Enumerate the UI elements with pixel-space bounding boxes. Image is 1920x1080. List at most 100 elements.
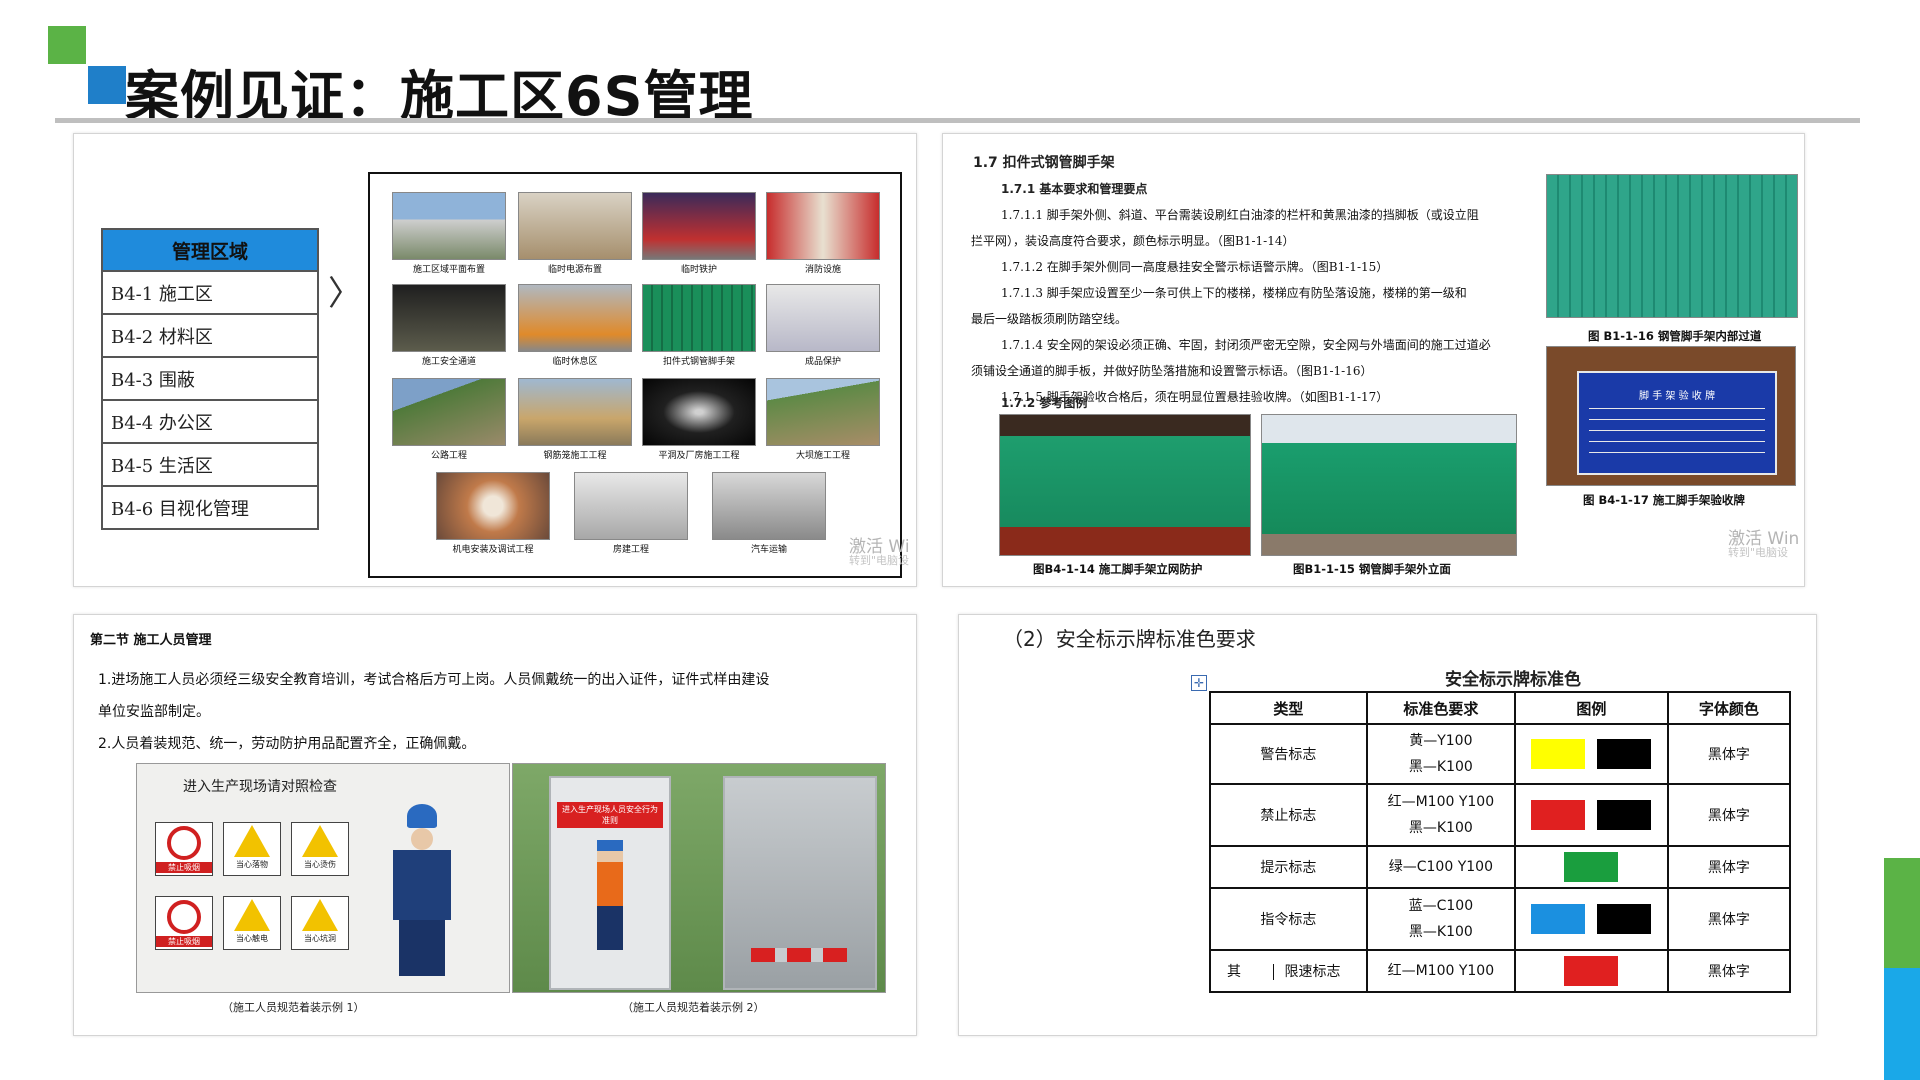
table-move-handle-icon[interactable]: ✛ bbox=[1191, 675, 1207, 691]
panel-personnel: 第二节 施工人员管理 1.进场施工人员必须经三级安全教育培训，考试合格后方可上岗… bbox=[73, 614, 917, 1036]
color-legend bbox=[1513, 887, 1669, 951]
photo-caption: 房建工程 bbox=[612, 545, 649, 555]
font-color: 黑体字 bbox=[1666, 845, 1792, 889]
photo-tile: 临时铁护 bbox=[642, 192, 756, 275]
product-protection-photo bbox=[766, 284, 880, 352]
photo-tile: 临时电源布置 bbox=[518, 192, 632, 275]
sign-type: 警告标志 bbox=[1209, 723, 1368, 785]
watermark-subtext: 转到"电脑设 bbox=[849, 554, 910, 567]
tunnel-photo bbox=[642, 378, 756, 446]
pit-sign: 当心坑洞 bbox=[291, 896, 349, 950]
color-swatch bbox=[1597, 800, 1652, 830]
font-color: 黑体字 bbox=[1666, 783, 1792, 847]
photo-caption: 汽车运输 bbox=[750, 545, 787, 555]
color-req-line: 黑—K100 bbox=[1408, 820, 1473, 836]
electric-shock-sign: 当心触电 bbox=[223, 896, 281, 950]
guard-rail-photo bbox=[642, 192, 756, 260]
scaffold-net-photo bbox=[999, 414, 1251, 556]
figure-caption: （施工人员规范着装示例 2） bbox=[622, 1001, 765, 1014]
photo-caption: 施工安全通道 bbox=[421, 357, 476, 367]
building-work-photo bbox=[574, 472, 688, 540]
doc-paragraph: 须铺设全通道的脚手板，并做好防坠落措施和设置警示标语。（图B1-1-16） bbox=[971, 364, 1373, 378]
color-requirement: 蓝—C100 黑—K100 bbox=[1365, 887, 1516, 951]
doc-paragraph: 1.7.1.3 脚手架应设置至少一条可供上下的楼梯，楼梯应有防坠落设施，楼梯的第… bbox=[1001, 286, 1467, 300]
scaffold-facade-photo bbox=[1261, 414, 1517, 556]
color-swatch bbox=[1531, 739, 1586, 769]
photo-tile: 施工区域平面布置 bbox=[392, 192, 506, 275]
sign-label: 当心落物 bbox=[236, 860, 268, 869]
transport-photo bbox=[712, 472, 826, 540]
font-color: 黑体字 bbox=[1666, 723, 1792, 785]
photo-tile: 汽车运输 bbox=[712, 472, 826, 555]
area-row: B4-3 围蔽 bbox=[101, 356, 319, 401]
color-req-line: 红—M100 Y100 bbox=[1387, 794, 1495, 810]
color-req-line: 红—M100 Y100 bbox=[1387, 963, 1495, 979]
safety-table-title: 安全标示牌标准色 bbox=[1445, 670, 1581, 690]
no-fire-sign: 禁止吸烟 bbox=[155, 822, 213, 876]
acceptance-sign-board: 脚 手 架 验 收 牌 bbox=[1577, 371, 1777, 475]
color-requirement: 红—M100 Y100 黑—K100 bbox=[1365, 783, 1516, 847]
area-row: B4-6 目视化管理 bbox=[101, 485, 319, 530]
photo-caption: 临时铁护 bbox=[680, 265, 717, 275]
color-req-line: 蓝—C100 bbox=[1408, 898, 1474, 914]
column-header: 类型 bbox=[1209, 691, 1368, 725]
behavior-board-title: 进入生产现场人员安全行为准则 bbox=[557, 802, 663, 828]
area-row: B4-1 施工区 bbox=[101, 270, 319, 315]
sign-type: 指令标志 bbox=[1209, 887, 1368, 951]
site-layout-photo bbox=[392, 192, 506, 260]
photo-tile: 公路工程 bbox=[392, 378, 506, 461]
color-swatch bbox=[1597, 739, 1652, 769]
photo-tile: 施工安全通道 bbox=[392, 284, 506, 367]
font-color: 黑体字 bbox=[1666, 949, 1792, 993]
color-swatch bbox=[1531, 904, 1586, 934]
table-row: 指令标志 蓝—C100 黑—K100 黑体字 bbox=[1209, 887, 1792, 951]
behavior-board-photo: 进入生产现场人员安全行为准则 bbox=[512, 763, 886, 993]
photo-caption: 临时电源布置 bbox=[547, 265, 602, 275]
falling-object-sign: 当心落物 bbox=[223, 822, 281, 876]
doc-paragraph: 最后一级踏板须刷防踏空线。 bbox=[971, 312, 1128, 326]
photo-tile: 成品保护 bbox=[766, 284, 880, 367]
power-supply-photo bbox=[518, 192, 632, 260]
sign-type: 禁止标志 bbox=[1209, 783, 1368, 847]
color-req-line: 黑—K100 bbox=[1408, 924, 1473, 940]
photo-tile: 机电安装及调试工程 bbox=[436, 472, 550, 555]
dam-work-photo bbox=[766, 378, 880, 446]
scaffold-passage-photo bbox=[1546, 174, 1798, 318]
photo-tile: 钢筋笼施工工程 bbox=[518, 378, 632, 461]
color-swatch bbox=[1597, 904, 1652, 934]
panel-safety-colors: （2）安全标示牌标准色要求 安全标示牌标准色 ✛ 类型 标准色要求 图例 字体颜… bbox=[958, 614, 1817, 1036]
photo-caption: 钢筋笼施工工程 bbox=[543, 451, 607, 461]
scaffold-photo bbox=[642, 284, 756, 352]
photo-caption: 扣件式钢管脚手架 bbox=[662, 357, 735, 367]
board-worker-figure bbox=[597, 840, 623, 950]
fire-equipment-photo bbox=[766, 192, 880, 260]
photo-caption: 施工区域平面布置 bbox=[412, 265, 485, 275]
acceptance-sign-title: 脚 手 架 验 收 牌 bbox=[1639, 391, 1715, 402]
board-indicator-red bbox=[751, 948, 847, 962]
color-legend bbox=[1513, 783, 1669, 847]
watermark-subtext: 转到"电脑设 bbox=[1728, 546, 1789, 559]
font-color: 黑体字 bbox=[1666, 887, 1792, 951]
figure-caption: 图B4-1-14 施工脚手架立网防护 bbox=[1033, 562, 1203, 576]
safety-colors-heading: （2）安全标示牌标准色要求 bbox=[1003, 627, 1256, 651]
doc-heading: 1.7 扣件式钢管脚手架 bbox=[973, 155, 1115, 171]
photo-caption: 成品保护 bbox=[804, 357, 841, 367]
table-row: 其 限速标志 红—M100 Y100 黑体字 bbox=[1209, 949, 1792, 993]
acceptance-sign-photo: 脚 手 架 验 收 牌 bbox=[1546, 346, 1796, 486]
column-header: 标准色要求 bbox=[1365, 691, 1516, 725]
color-req-line: 黄—Y100 bbox=[1409, 733, 1473, 749]
title-decoration-green bbox=[48, 26, 86, 64]
column-header: 图例 bbox=[1513, 691, 1669, 725]
doc-paragraph: 1.7.1.2 在脚手架外侧同一高度悬挂安全警示标语警示牌。（图B1-1-15） bbox=[1001, 260, 1389, 274]
photo-grid: 施工区域平面布置 临时电源布置 临时铁护 消防设施 施工安全通道 临时休息区 扣… bbox=[368, 172, 902, 578]
sign-type-prefix: 其 bbox=[1227, 964, 1241, 980]
rebar-cage-photo bbox=[518, 378, 632, 446]
sign-label: 当心触电 bbox=[236, 934, 268, 943]
color-requirement: 红—M100 Y100 bbox=[1365, 949, 1516, 993]
worker-figure bbox=[387, 804, 457, 984]
doc-paragraph: 1.7.1.1 脚手架外侧、斜道、平台需装设刷红白油漆的栏杆和黄黑油漆的挡脚板（… bbox=[1001, 208, 1479, 222]
photo-tile: 平洞及厂房施工工程 bbox=[642, 378, 756, 461]
sign-type: 限速标志 bbox=[1273, 964, 1341, 980]
photo-tile: 房建工程 bbox=[574, 472, 688, 555]
rest-area-photo bbox=[518, 284, 632, 352]
